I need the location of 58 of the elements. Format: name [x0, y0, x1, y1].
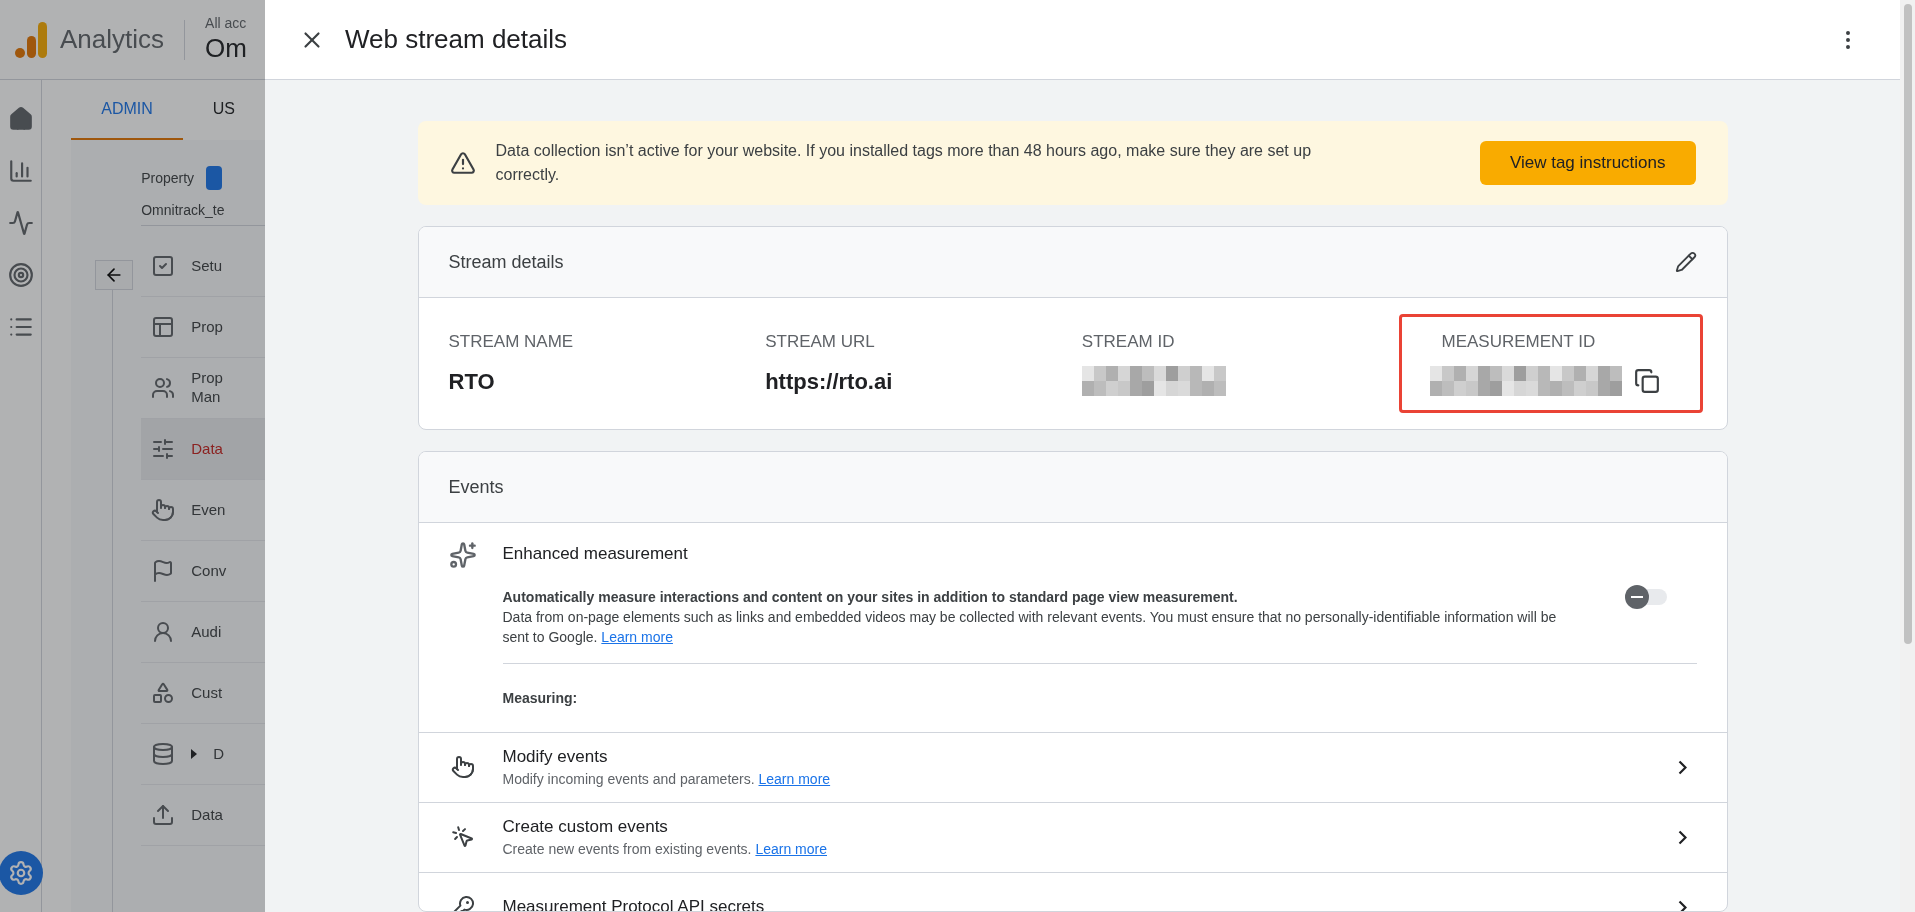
sparkle-icon — [448, 541, 477, 569]
product-name: Analytics — [60, 23, 165, 56]
view-tag-instructions-button[interactable]: View tag instructions — [1479, 141, 1696, 185]
field-label: MEASUREMENT ID — [1441, 330, 1597, 353]
upload-icon — [151, 803, 176, 827]
account-name: Om — [205, 32, 247, 65]
event-settings-row[interactable]: Modify events Modify incoming events and parameters. Learn more — [418, 732, 1727, 803]
caret-icon — [191, 749, 198, 759]
row-title: Modify events — [502, 745, 609, 768]
warning-message: Data collection isn’t active for your website. If you installed tags more than 48 hours ago, make sure they are set up correctly. — [495, 141, 1313, 185]
chevron-right-icon — [1677, 759, 1687, 775]
sliders-icon — [151, 437, 176, 461]
target-icon[interactable] — [7, 262, 34, 288]
learn-more-link[interactable]: Learn more — [601, 628, 673, 645]
section-title: Enhanced measurement — [502, 543, 689, 565]
settings-icon — [7, 860, 34, 886]
cursor-click-icon — [450, 825, 475, 849]
edit-icon[interactable] — [1674, 251, 1697, 273]
description-body: Data from on-page elements such as links and embedded videos may be collected with relevant events. You must ensure that no personally-identifiable information will be sent to Google. Learn more — [502, 607, 1558, 647]
layout-icon — [151, 315, 176, 339]
copy-icon[interactable] — [1633, 368, 1660, 395]
property-chip[interactable] — [206, 166, 223, 190]
home-icon[interactable] — [7, 106, 34, 132]
checklist-icon — [151, 254, 176, 278]
field-label: STREAM ID — [1081, 330, 1176, 353]
card-title: Events — [448, 475, 504, 499]
chevron-right-icon — [1677, 899, 1687, 911]
people-icon — [151, 376, 176, 400]
field-value: RTO — [448, 367, 496, 396]
chevron-right-icon — [1677, 829, 1687, 845]
analytics-logo-icon — [14, 19, 48, 60]
event-settings-row[interactable]: Create custom events Create new events from existing events. Learn more — [418, 802, 1727, 873]
panel-title: Web stream details — [345, 23, 569, 56]
admin-nav-item[interactable]: Data — [141, 419, 265, 480]
row-subtitle: Modify incoming events and parameters. Learn more — [502, 770, 832, 790]
measuring-label: Measuring: — [502, 689, 578, 706]
trend-icon[interactable] — [7, 210, 34, 236]
learn-more-link[interactable]: Learn more — [755, 841, 827, 858]
card-title: Stream details — [448, 250, 564, 274]
settings-button[interactable] — [0, 851, 43, 895]
learn-more-link[interactable]: Learn more — [758, 771, 831, 788]
field-value: https://rto.ai — [765, 367, 894, 396]
field-label: STREAM URL — [765, 331, 876, 354]
field-label: STREAM NAME — [448, 331, 575, 354]
hand-pointer-icon — [450, 755, 475, 779]
admin-tab[interactable]: US — [182, 80, 265, 140]
row-subtitle: Create new events from existing events. Learn more — [502, 840, 828, 860]
database-icon — [151, 742, 176, 766]
account-label: All acc — [205, 14, 247, 32]
back-button[interactable] — [95, 260, 134, 290]
row-title: Create custom events — [502, 815, 669, 838]
bar-chart-icon[interactable] — [7, 158, 34, 184]
property-label: Property — [141, 168, 195, 188]
scrollbar-thumb[interactable] — [1903, 4, 1912, 644]
hand-pointer-icon — [151, 498, 176, 522]
warning-icon — [449, 150, 476, 176]
shapes-icon — [151, 681, 176, 705]
description-lead: Automatically measure interactions and content on your sites in addition to standard page view measurement. — [502, 587, 1239, 607]
